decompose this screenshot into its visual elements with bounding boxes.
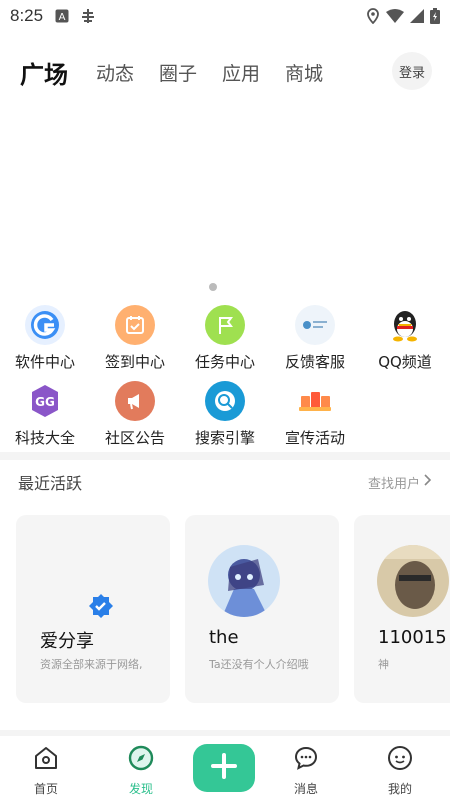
find-user-link[interactable]: 查找用户 bbox=[368, 473, 432, 492]
megaphone-icon bbox=[115, 381, 155, 421]
gg-icon: GG bbox=[25, 381, 65, 421]
location-icon bbox=[366, 8, 380, 24]
user-bio: Ta还没有个人介绍哦 bbox=[209, 658, 309, 671]
wifi-icon bbox=[386, 9, 404, 23]
nav-messages[interactable]: 消息 bbox=[276, 744, 336, 797]
user-card[interactable]: 爱分享 资源全部来源于网络, bbox=[16, 515, 170, 703]
user-card[interactable]: the Ta还没有个人介绍哦 bbox=[185, 515, 339, 703]
section-divider bbox=[0, 452, 450, 460]
message-icon bbox=[276, 744, 336, 772]
quick-label: 签到中心 bbox=[104, 353, 165, 371]
user-bio: 神 bbox=[378, 658, 389, 671]
quick-label: 搜索引擎 bbox=[194, 429, 255, 447]
top-tab-bar: 广场 动态 圈子 应用 商城 bbox=[0, 50, 450, 94]
quick-label: QQ频道 bbox=[378, 353, 432, 371]
user-bio: 资源全部来源于网络, bbox=[40, 658, 143, 671]
quick-tech-collection[interactable]: GG 科技大全 bbox=[0, 381, 90, 448]
verified-badge-icon bbox=[88, 593, 114, 623]
quick-software-center[interactable]: 软件中心 bbox=[0, 305, 90, 372]
compass-icon bbox=[111, 744, 171, 772]
avatar bbox=[377, 545, 449, 617]
nav-home[interactable]: 首页 bbox=[16, 744, 76, 797]
bottom-divider bbox=[0, 730, 450, 736]
software-center-icon bbox=[25, 305, 65, 345]
banner-indicator-dot bbox=[209, 283, 217, 291]
profile-icon bbox=[370, 744, 430, 772]
login-button[interactable]: 登录 bbox=[392, 52, 432, 90]
quick-label: 社区公告 bbox=[104, 429, 165, 447]
feedback-icon bbox=[295, 305, 335, 345]
avatar bbox=[208, 545, 280, 617]
quick-community-notice[interactable]: 社区公告 bbox=[90, 381, 180, 448]
recent-users-carousel[interactable]: 爱分享 资源全部来源于网络, the Ta还没有个人介绍哦 110015 神 bbox=[16, 515, 450, 705]
add-post-button[interactable] bbox=[193, 744, 255, 792]
quick-label: 宣传活动 bbox=[284, 429, 345, 447]
quick-label: 反馈客服 bbox=[284, 353, 345, 371]
notification-a-icon: A bbox=[55, 9, 69, 23]
flag-icon bbox=[205, 305, 245, 345]
svg-text:A: A bbox=[59, 12, 66, 23]
quick-task-center[interactable]: 任务中心 bbox=[180, 305, 270, 372]
signal-icon bbox=[410, 9, 424, 23]
quick-label: 任务中心 bbox=[194, 353, 255, 371]
user-name: 爱分享 bbox=[40, 631, 94, 652]
bug-icon bbox=[79, 7, 97, 25]
tab-square[interactable]: 广场 bbox=[20, 55, 68, 90]
search-globe-icon bbox=[205, 381, 245, 421]
quick-feedback-service[interactable]: 反馈客服 bbox=[270, 305, 360, 372]
quick-search-engine[interactable]: 搜索引擎 bbox=[180, 381, 270, 448]
nav-discover[interactable]: 发现 bbox=[111, 744, 171, 797]
tab-mall[interactable]: 商城 bbox=[285, 59, 323, 86]
qq-icon bbox=[385, 305, 425, 345]
plus-icon bbox=[210, 752, 238, 784]
nav-profile[interactable]: 我的 bbox=[370, 744, 430, 797]
recent-active-header: 最近活跃 查找用户 bbox=[18, 470, 432, 494]
promo-icon bbox=[295, 381, 335, 421]
nav-label: 发现 bbox=[128, 782, 153, 796]
quick-qq-channel[interactable]: QQ频道 bbox=[360, 305, 450, 372]
battery-icon bbox=[430, 8, 440, 24]
checkin-icon bbox=[115, 305, 155, 345]
status-bar: 8:25 A bbox=[0, 0, 450, 32]
tab-dynamic[interactable]: 动态 bbox=[96, 59, 134, 86]
tab-circle[interactable]: 圈子 bbox=[159, 59, 197, 86]
nav-label: 消息 bbox=[293, 782, 318, 796]
recent-active-title: 最近活跃 bbox=[18, 474, 83, 493]
nav-label: 我的 bbox=[387, 782, 412, 796]
find-user-label: 查找用户 bbox=[367, 476, 420, 492]
svg-text:GG: GG bbox=[35, 395, 55, 409]
home-icon bbox=[16, 744, 76, 772]
nav-label: 首页 bbox=[33, 782, 58, 796]
quick-promo-activity[interactable]: 宣传活动 bbox=[270, 381, 360, 448]
user-name: 110015 bbox=[378, 627, 447, 648]
tab-apps[interactable]: 应用 bbox=[222, 59, 260, 86]
quick-label: 软件中心 bbox=[14, 353, 75, 371]
user-card[interactable]: 110015 神 bbox=[354, 515, 450, 703]
quick-checkin-center[interactable]: 签到中心 bbox=[90, 305, 180, 372]
banner-carousel[interactable] bbox=[0, 100, 450, 280]
chevron-right-icon bbox=[424, 474, 432, 490]
bottom-nav: 首页 发现 消息 我的 bbox=[0, 738, 450, 800]
user-name: the bbox=[209, 627, 239, 648]
status-time: 8:25 bbox=[10, 6, 44, 25]
quick-label: 科技大全 bbox=[14, 429, 75, 447]
